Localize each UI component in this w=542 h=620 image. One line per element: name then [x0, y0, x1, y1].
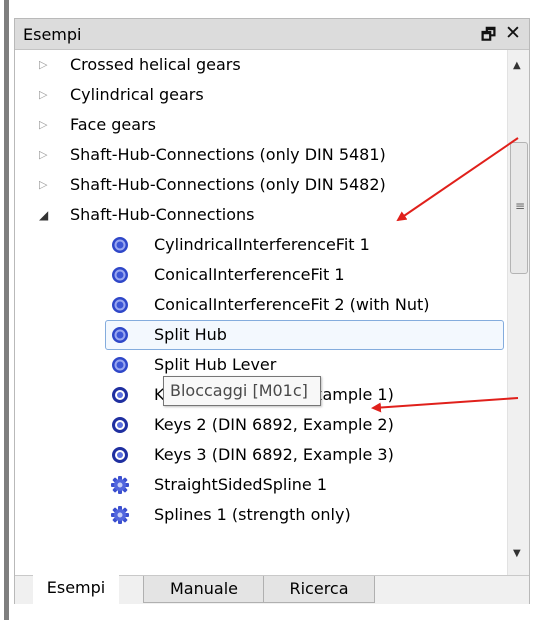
tree-item-label: Splines 1 (strength only) [154, 505, 351, 524]
tree-group-crossed-helical-gears[interactable]: ▷ Crossed helical gears [15, 50, 507, 80]
tree-item[interactable]: ConicalInterferenceFit 2 (with Nut) [15, 290, 507, 320]
tree-group-label: Shaft-Hub-Connections (only DIN 5482) [70, 175, 386, 194]
key-icon [112, 447, 128, 463]
tab-manuale[interactable]: Manuale [143, 576, 265, 603]
expand-arrow-icon[interactable]: ▷ [39, 50, 47, 80]
panel-title-bar: Esempi 🗗 ✕ [15, 19, 529, 50]
left-edge [0, 0, 14, 620]
tree-group-label: Face gears [70, 115, 156, 134]
fit-icon [112, 237, 128, 253]
tree-item-label: ConicalInterferenceFit 1 [154, 265, 345, 284]
left-splitter[interactable] [4, 0, 9, 620]
tree-item[interactable]: CylindricalInterferenceFit 1 [15, 230, 507, 260]
tree-item[interactable]: ConicalInterferenceFit 1 [15, 260, 507, 290]
tree-scrollbar[interactable]: ▲ ≡ ▼ [507, 50, 529, 575]
fit-icon [112, 297, 128, 313]
tree-group-face-gears[interactable]: ▷ Face gears [15, 110, 507, 140]
tree-group-shaft-hub-connections[interactable]: ◢ Shaft-Hub-Connections [15, 200, 507, 230]
tab-ricerca[interactable]: Ricerca [263, 576, 375, 603]
expand-arrow-icon[interactable]: ▷ [39, 80, 47, 110]
examples-tree: ▷ Crossed helical gears ▷ Cylindrical ge… [15, 50, 507, 575]
tree-group-label: Cylindrical gears [70, 85, 204, 104]
scrollbar-thumb[interactable]: ≡ [510, 142, 528, 274]
examples-panel: Esempi 🗗 ✕ ▷ Crossed helical gears ▷ Cyl… [14, 18, 530, 604]
float-window-icon[interactable]: 🗗 [481, 24, 496, 51]
grip-icon: ≡ [515, 199, 526, 213]
tooltip: Bloccaggi [M01c] [163, 376, 321, 406]
spline-gear-icon [111, 506, 129, 524]
key-icon [112, 417, 128, 433]
tree-item-selected[interactable]: Split Hub [15, 320, 507, 350]
tree-group-cylindrical-gears[interactable]: ▷ Cylindrical gears [15, 80, 507, 110]
tree-group-label: Shaft-Hub-Connections (only DIN 5481) [70, 145, 386, 164]
key-icon [112, 387, 128, 403]
tree-item[interactable]: Keys 3 (DIN 6892, Example 3) [15, 440, 507, 470]
tree-item-label: Split Hub [154, 325, 227, 344]
tree-group-shaft-hub-din5481[interactable]: ▷ Shaft-Hub-Connections (only DIN 5481) [15, 140, 507, 170]
scroll-down-arrow-icon[interactable]: ▼ [513, 548, 521, 559]
scroll-up-arrow-icon[interactable]: ▲ [513, 60, 521, 71]
fit-icon [112, 267, 128, 283]
panel-title: Esempi [23, 25, 82, 44]
fit-icon [112, 327, 128, 343]
fit-icon [112, 357, 128, 373]
tree-item[interactable]: Splines 1 (strength only) [15, 500, 507, 530]
expand-arrow-icon[interactable]: ▷ [39, 170, 47, 200]
tree-item-label: StraightSidedSpline 1 [154, 475, 328, 494]
close-icon[interactable]: ✕ [505, 22, 521, 44]
tree-group-label: Crossed helical gears [70, 55, 241, 74]
tree-item-label: CylindricalInterferenceFit 1 [154, 235, 370, 254]
tab-esempi[interactable]: Esempi [33, 575, 119, 604]
tree-item-label: Keys 3 (DIN 6892, Example 3) [154, 445, 394, 464]
tree-group-shaft-hub-din5482[interactable]: ▷ Shaft-Hub-Connections (only DIN 5482) [15, 170, 507, 200]
expand-arrow-icon[interactable]: ▷ [39, 110, 47, 140]
tree-item-label: Keys 2 (DIN 6892, Example 2) [154, 415, 394, 434]
tree-group-label: Shaft-Hub-Connections [70, 205, 255, 224]
spline-gear-icon [111, 476, 129, 494]
panel-tabs: Esempi Manuale Ricerca [15, 575, 529, 604]
expand-arrow-icon[interactable]: ▷ [39, 140, 47, 170]
tree-item[interactable]: Keys 2 (DIN 6892, Example 2) [15, 410, 507, 440]
tree-item-label: ConicalInterferenceFit 2 (with Nut) [154, 295, 430, 314]
tree-item[interactable]: StraightSidedSpline 1 [15, 470, 507, 500]
collapse-arrow-icon[interactable]: ◢ [39, 200, 48, 230]
